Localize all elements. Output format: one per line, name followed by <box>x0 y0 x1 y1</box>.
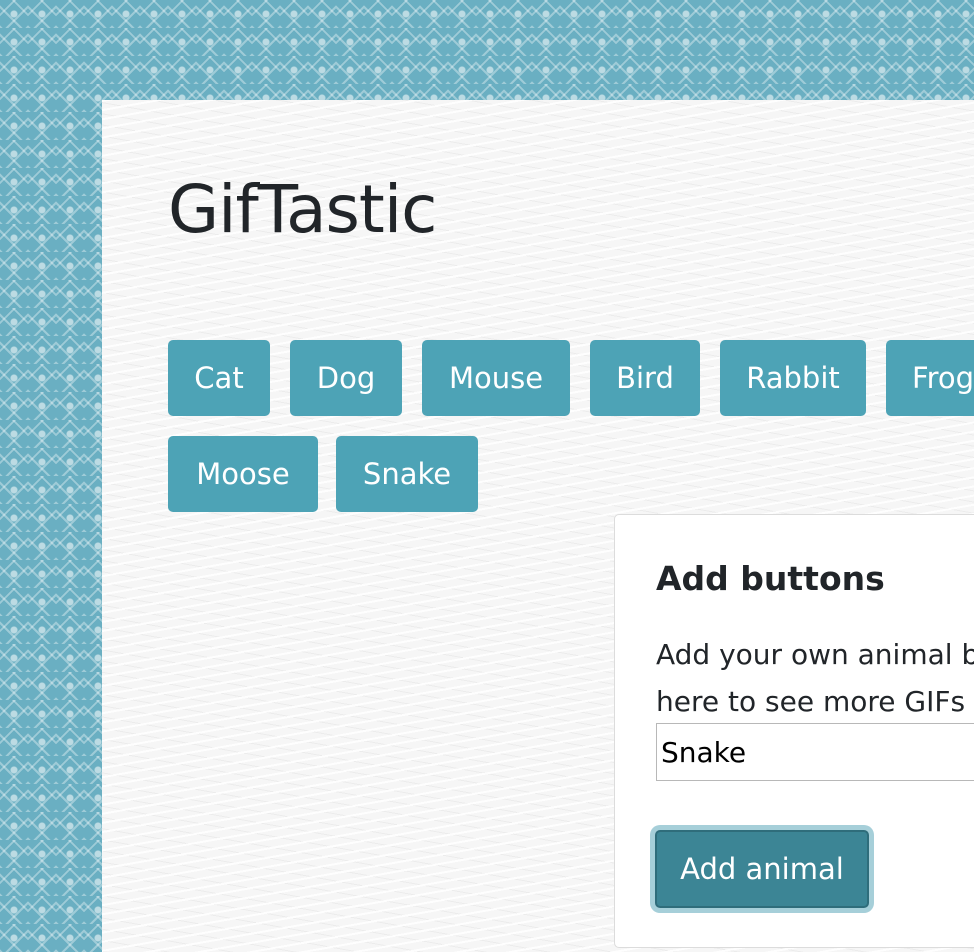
card-title: Add buttons <box>656 559 885 598</box>
card-description-line-2: here to see more GIFs <box>656 685 966 718</box>
animal-input[interactable] <box>656 723 974 781</box>
card-description-line-1: Add your own animal b <box>656 638 974 671</box>
animal-button-frog[interactable]: Frog <box>886 340 974 416</box>
page-title: GifTastic <box>168 171 437 248</box>
add-animal-button[interactable]: Add animal <box>655 830 869 908</box>
animal-button-snake[interactable]: Snake <box>336 436 478 512</box>
animal-button-cat[interactable]: Cat <box>168 340 270 416</box>
animal-button-rabbit[interactable]: Rabbit <box>720 340 866 416</box>
animal-button-bird[interactable]: Bird <box>590 340 700 416</box>
main-panel: GifTastic Cat Dog Mouse Bird Rabbit Frog… <box>102 100 974 952</box>
card-description: Add your own animal b here to see more G… <box>656 631 974 725</box>
animal-button-moose[interactable]: Moose <box>168 436 318 512</box>
add-buttons-card: Add buttons Add your own animal b here t… <box>614 514 974 948</box>
animal-button-dog[interactable]: Dog <box>290 340 402 416</box>
animal-button-mouse[interactable]: Mouse <box>422 340 570 416</box>
